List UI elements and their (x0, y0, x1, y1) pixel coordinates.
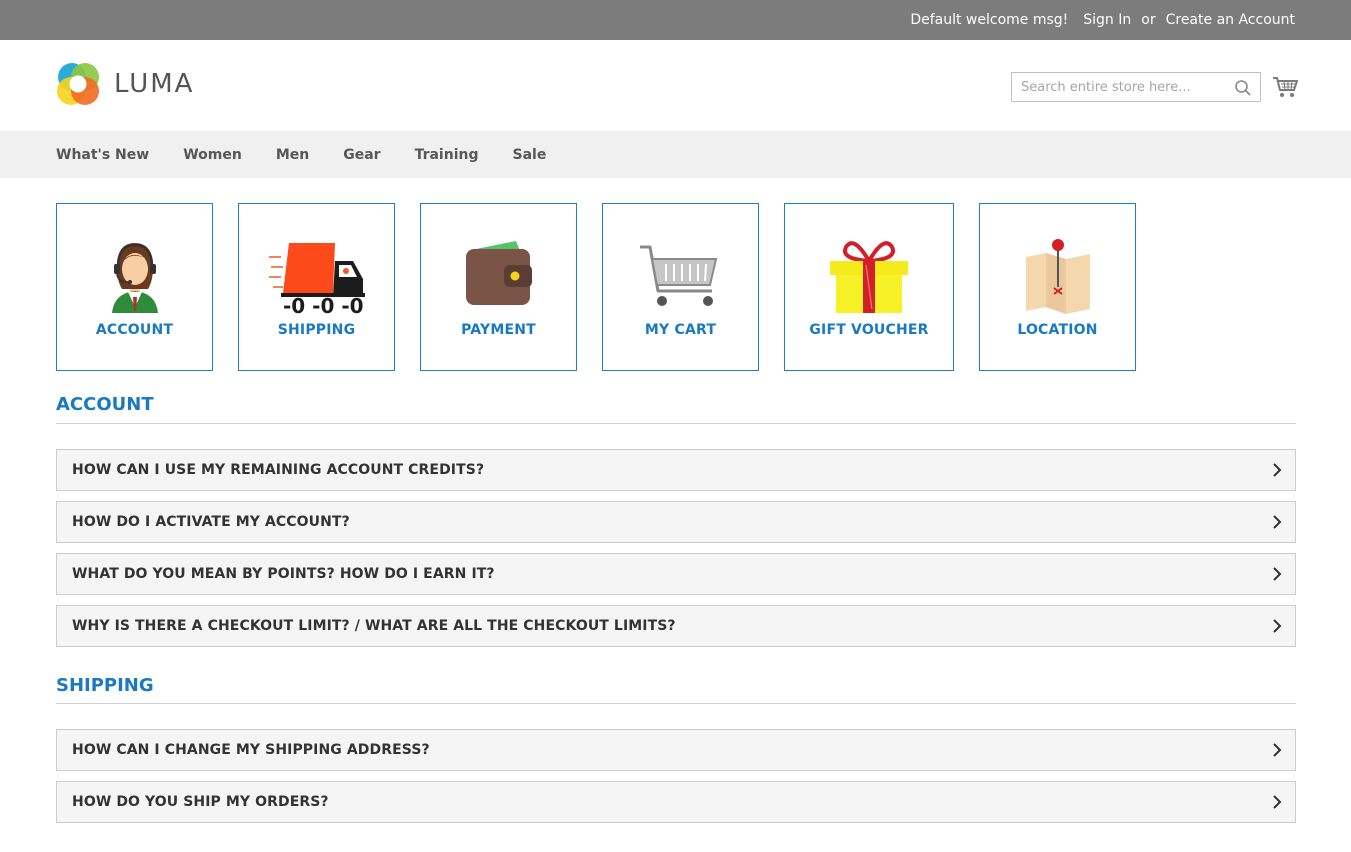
svg-text:-0 -0 -0: -0 -0 -0 (283, 294, 364, 315)
faq-item[interactable]: HOW CAN I CHANGE MY SHIPPING ADDRESS? (56, 729, 1296, 771)
shopping-cart-icon (636, 237, 726, 315)
category-tile-shipping[interactable]: -0 -0 -0 SHIPPING (238, 203, 395, 371)
top-bar: Default welcome msg! Sign In or Create a… (0, 0, 1351, 40)
nav-item-men[interactable]: Men (276, 147, 309, 163)
luma-logo-icon (57, 63, 99, 105)
faq-item[interactable]: HOW DO I ACTIVATE MY ACCOUNT? (56, 501, 1296, 543)
logo-text: LUMA (114, 69, 195, 99)
sign-in-link[interactable]: Sign In (1083, 12, 1131, 28)
faq-item[interactable]: HOW DO YOU SHIP MY ORDERS? (56, 781, 1296, 823)
main-navigation: What's New Women Men Gear Training Sale (0, 131, 1351, 178)
create-account-link[interactable]: Create an Account (1166, 12, 1295, 28)
chevron-right-icon (1273, 463, 1282, 477)
store-logo[interactable]: LUMA (56, 62, 194, 106)
category-label: GIFT VOUCHER (809, 322, 929, 338)
wallet-icon (454, 237, 544, 315)
faq-item[interactable]: HOW CAN I USE MY REMAINING ACCOUNT CREDI… (56, 449, 1296, 491)
chevron-right-icon (1273, 515, 1282, 529)
faq-question: WHY IS THERE A CHECKOUT LIMIT? / WHAT AR… (72, 618, 676, 634)
faq-item[interactable]: WHAT DO YOU MEAN BY POINTS? HOW DO I EAR… (56, 553, 1296, 595)
category-label: ACCOUNT (95, 322, 174, 338)
nav-item-gear[interactable]: Gear (343, 147, 380, 163)
delivery-truck-icon: -0 -0 -0 (268, 237, 365, 315)
section-divider (56, 423, 1296, 424)
category-label: SHIPPING (277, 322, 356, 338)
faq-item[interactable]: WHY IS THERE A CHECKOUT LIMIT? / WHAT AR… (56, 605, 1296, 647)
search-box (1011, 72, 1261, 102)
map-pin-icon (1013, 237, 1103, 315)
gift-icon (824, 237, 914, 315)
search-input[interactable] (1012, 73, 1227, 101)
section-title-shipping: SHIPPING (56, 675, 154, 696)
category-tile-account[interactable]: ACCOUNT (56, 203, 213, 371)
support-agent-icon (90, 237, 180, 315)
category-tile-gift-voucher[interactable]: GIFT VOUCHER (784, 203, 954, 371)
faq-question: HOW CAN I USE MY REMAINING ACCOUNT CREDI… (72, 462, 485, 478)
or-separator: or (1141, 12, 1156, 28)
category-tile-my-cart[interactable]: MY CART (602, 203, 759, 371)
faq-question: HOW DO YOU SHIP MY ORDERS? (72, 794, 329, 810)
faq-question: WHAT DO YOU MEAN BY POINTS? HOW DO I EAR… (72, 566, 495, 582)
category-label: LOCATION (1017, 322, 1098, 338)
category-label: MY CART (644, 322, 717, 338)
header-links: Default welcome msg! Sign In or Create a… (910, 0, 1295, 40)
search-icon[interactable] (1234, 79, 1252, 97)
nav-item-whats-new[interactable]: What's New (56, 147, 149, 163)
chevron-right-icon (1273, 619, 1282, 633)
nav-item-sale[interactable]: Sale (512, 147, 546, 163)
faq-question: HOW DO I ACTIVATE MY ACCOUNT? (72, 514, 350, 530)
section-title-account: ACCOUNT (56, 394, 154, 415)
cart-icon[interactable] (1272, 75, 1298, 99)
page-header: LUMA (0, 40, 1351, 131)
welcome-message: Default welcome msg! (910, 12, 1069, 28)
section-divider (56, 703, 1296, 704)
chevron-right-icon (1273, 743, 1282, 757)
nav-item-training[interactable]: Training (415, 147, 479, 163)
chevron-right-icon (1273, 795, 1282, 809)
category-tile-location[interactable]: LOCATION (979, 203, 1136, 371)
nav-item-women[interactable]: Women (183, 147, 242, 163)
category-label: PAYMENT (461, 322, 536, 338)
category-tile-payment[interactable]: PAYMENT (420, 203, 577, 371)
faq-question: HOW CAN I CHANGE MY SHIPPING ADDRESS? (72, 742, 430, 758)
chevron-right-icon (1273, 567, 1282, 581)
